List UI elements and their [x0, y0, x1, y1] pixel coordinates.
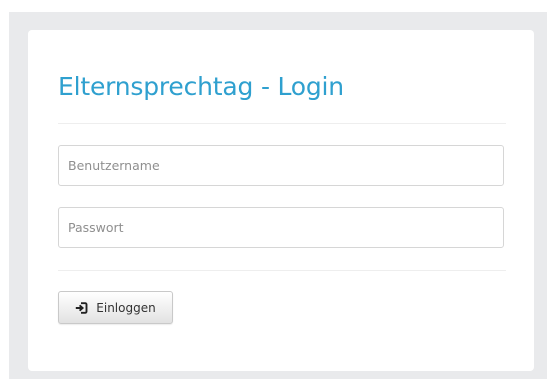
username-input[interactable] [58, 145, 504, 186]
login-button-label: Einloggen [96, 300, 156, 315]
page-title: Elternsprechtag - Login [58, 72, 344, 101]
login-panel: Elternsprechtag - Login Einloggen [28, 30, 534, 371]
title-divider [58, 123, 506, 124]
form-divider [58, 270, 506, 271]
password-input[interactable] [58, 207, 504, 248]
login-icon [75, 301, 88, 314]
login-button[interactable]: Einloggen [58, 291, 173, 324]
